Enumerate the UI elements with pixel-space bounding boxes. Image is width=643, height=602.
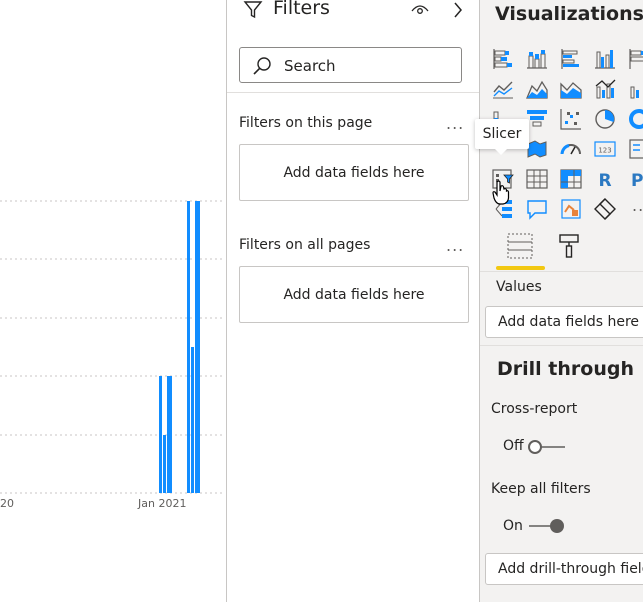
filters-on-all-pages-label: Filters on all pages	[239, 237, 371, 253]
drill-through-drop-well[interactable]: Add drill-through fields here	[485, 553, 643, 585]
key-influencers-icon[interactable]	[560, 198, 582, 220]
format-paint-roller-icon[interactable]	[558, 233, 580, 259]
search-icon	[252, 56, 272, 80]
svg-text:123: 123	[598, 147, 611, 155]
pie-icon[interactable]	[594, 108, 616, 130]
scatter-icon[interactable]	[560, 108, 582, 130]
stacked-bar-icon[interactable]	[492, 48, 514, 70]
bar[interactable]	[195, 201, 198, 493]
keep-all-filters-toggle[interactable]	[527, 517, 567, 535]
bars[interactable]	[159, 201, 200, 493]
clustered-column-icon[interactable]	[594, 48, 616, 70]
map-icon[interactable]	[526, 138, 548, 160]
filters-on-all-pages-drop-well[interactable]: Add data fields here	[239, 266, 469, 323]
area-chart-icon[interactable]	[526, 78, 548, 100]
svg-text:P: P	[631, 171, 643, 190]
filters-on-this-page-more-button[interactable]: ...	[446, 114, 464, 133]
matrix-icon[interactable]	[560, 168, 582, 190]
filters-header: Filters	[227, 0, 479, 24]
filter-funnel-icon	[243, 0, 263, 24]
fields-tab-active-indicator	[496, 266, 545, 270]
hand-cursor-icon	[492, 180, 510, 205]
power-apps-icon[interactable]	[594, 198, 616, 220]
table-icon[interactable]	[526, 168, 548, 190]
bar[interactable]	[191, 347, 194, 493]
search-placeholder: Search	[284, 57, 336, 75]
filters-search-input[interactable]: Search	[239, 47, 462, 83]
keep-all-filters-state: On	[503, 518, 523, 534]
section-divider	[480, 345, 643, 346]
bar[interactable]	[163, 435, 166, 493]
section-divider	[227, 92, 479, 93]
report-canvas[interactable]: 20 Jan 2021	[0, 0, 226, 602]
funnel-icon[interactable]	[526, 108, 548, 130]
line-column-icon[interactable]	[594, 78, 616, 100]
multi-row-card-icon[interactable]	[628, 138, 643, 160]
donut-icon[interactable]	[628, 108, 643, 130]
stacked-column-icon[interactable]	[526, 48, 548, 70]
filters-on-this-page-drop-well[interactable]: Add data fields here	[239, 144, 469, 201]
drill-through-title: Drill through	[497, 358, 634, 380]
section-divider	[480, 271, 643, 272]
qa-icon[interactable]	[526, 198, 548, 220]
filters-on-this-page-label: Filters on this page	[239, 115, 373, 131]
bar[interactable]	[170, 376, 172, 493]
svg-text:R: R	[598, 171, 611, 190]
filters-on-all-pages-more-button[interactable]: ...	[446, 236, 464, 255]
keep-all-filters-label: Keep all filters	[491, 481, 591, 497]
100-bar-icon[interactable]	[628, 48, 643, 70]
values-drop-well[interactable]: Add data fields here	[485, 306, 643, 338]
bar[interactable]	[198, 201, 200, 493]
more-visuals-button[interactable]: ...	[632, 196, 643, 215]
bar[interactable]	[167, 376, 170, 493]
bar[interactable]	[187, 201, 190, 493]
fields-tab-icon[interactable]	[507, 233, 533, 259]
cross-report-label: Cross-report	[491, 401, 578, 417]
values-label: Values	[496, 279, 542, 295]
r-visual-icon[interactable]: R	[594, 168, 616, 190]
line-chart-icon[interactable]	[492, 78, 514, 100]
cross-report-toggle[interactable]	[527, 438, 567, 456]
x-tick-label: 20	[0, 497, 14, 510]
line-column-2-icon[interactable]	[628, 78, 643, 100]
filters-title: Filters	[273, 0, 330, 19]
gauge-icon[interactable]	[560, 138, 582, 160]
bar[interactable]	[159, 376, 162, 493]
chevron-right-icon[interactable]	[453, 2, 463, 22]
slicer-tooltip: Slicer	[475, 119, 529, 155]
visualizations-title: Visualizations	[495, 3, 643, 25]
python-visual-icon[interactable]: P	[628, 168, 643, 190]
x-tick-label: Jan 2021	[137, 497, 186, 510]
card-icon[interactable]: 123	[594, 138, 616, 160]
clustered-bar-icon[interactable]	[560, 48, 582, 70]
stacked-area-icon[interactable]	[560, 78, 582, 100]
cross-report-state: Off	[503, 438, 524, 454]
filters-pane: Filters Search Filters on this page ... …	[227, 0, 479, 602]
eye-icon[interactable]	[411, 2, 429, 21]
column-chart[interactable]: 20 Jan 2021	[0, 0, 226, 602]
